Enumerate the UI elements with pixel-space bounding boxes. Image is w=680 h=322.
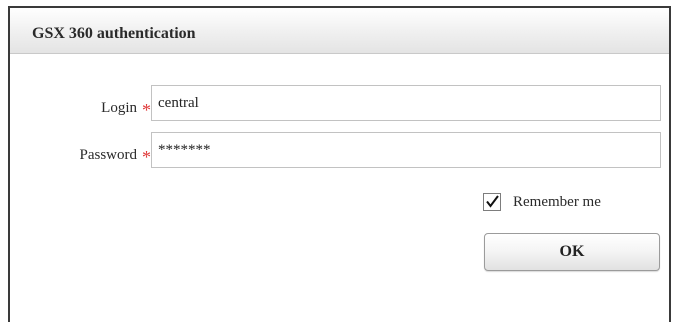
login-input[interactable] (151, 85, 661, 121)
remember-me-checkbox[interactable] (483, 193, 501, 211)
login-label: Login (101, 100, 137, 116)
remember-me-label: Remember me (513, 193, 601, 210)
remember-me-toggle[interactable]: Remember me (483, 191, 601, 213)
checkmark-icon (486, 195, 499, 208)
ok-button[interactable]: OK (484, 233, 660, 271)
login-required-marker: * (142, 100, 151, 120)
auth-dialog: GSX 360 authentication Login * Password … (8, 6, 671, 322)
dialog-title: GSX 360 authentication (32, 25, 196, 42)
password-label: Password (79, 147, 137, 163)
password-required-marker: * (142, 147, 151, 167)
dialog-titlebar: GSX 360 authentication (10, 8, 669, 54)
password-input[interactable] (151, 132, 661, 168)
